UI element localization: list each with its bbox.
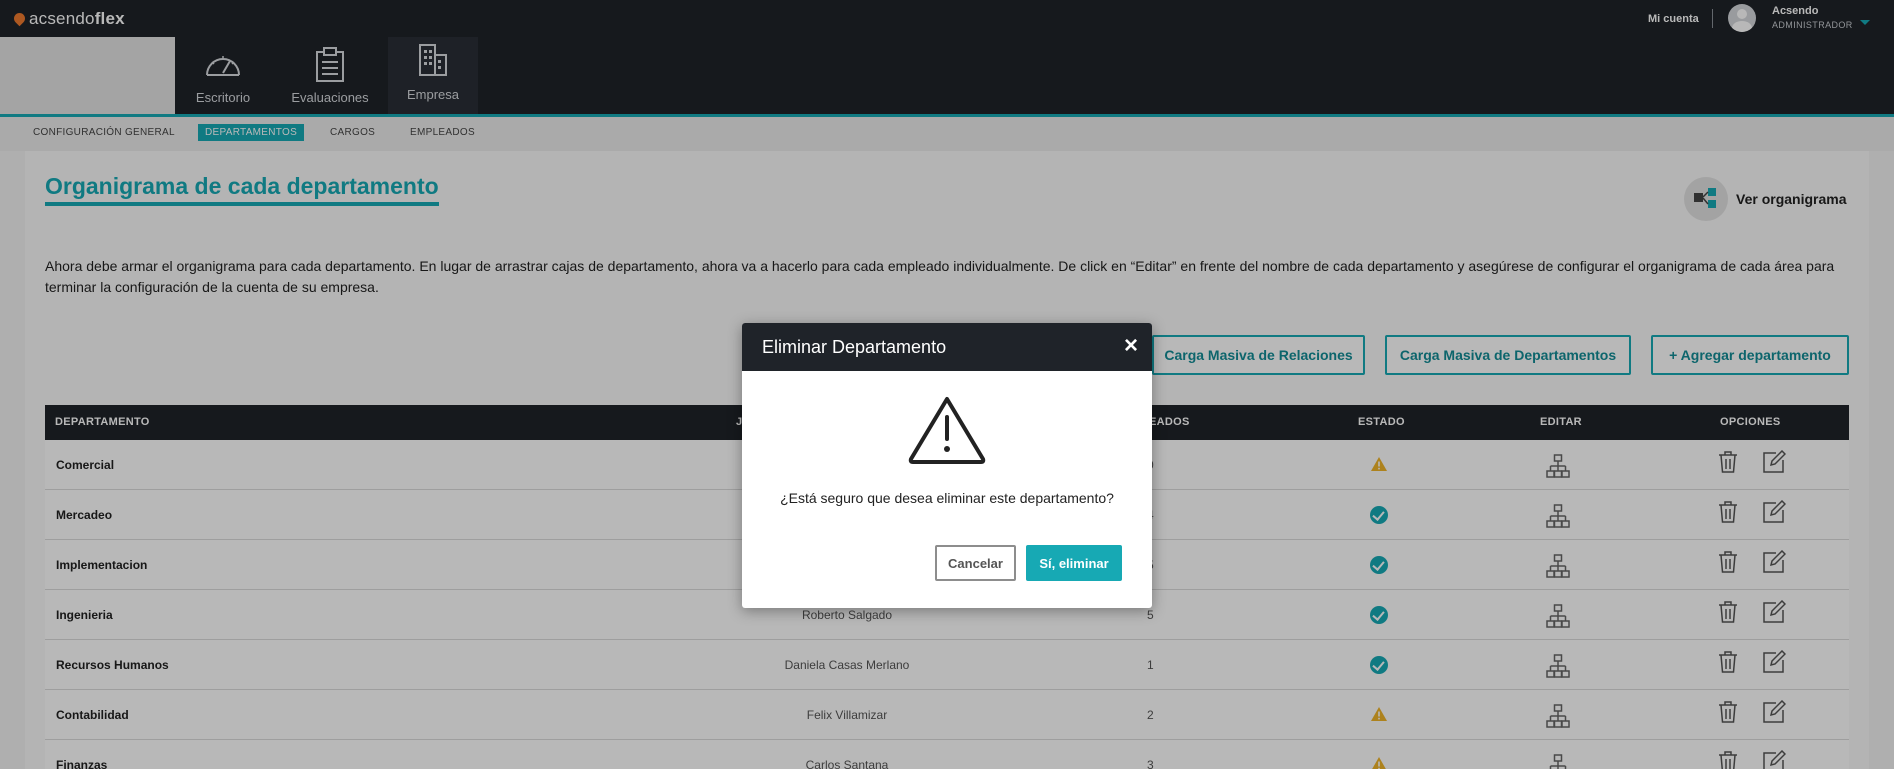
dialog-title: Eliminar Departamento [762,337,947,357]
close-icon[interactable]: × [1120,334,1142,358]
dialog-message: ¿Está seguro que desea eliminar este dep… [780,490,1114,506]
dialog-header: Eliminar Departamento × [742,323,1152,371]
cancel-button[interactable]: Cancelar [935,545,1016,581]
warning-triangle-icon [908,397,986,464]
delete-department-dialog: Eliminar Departamento × ¿Está seguro que… [742,323,1152,608]
confirm-delete-button[interactable]: Sí, eliminar [1026,545,1122,581]
